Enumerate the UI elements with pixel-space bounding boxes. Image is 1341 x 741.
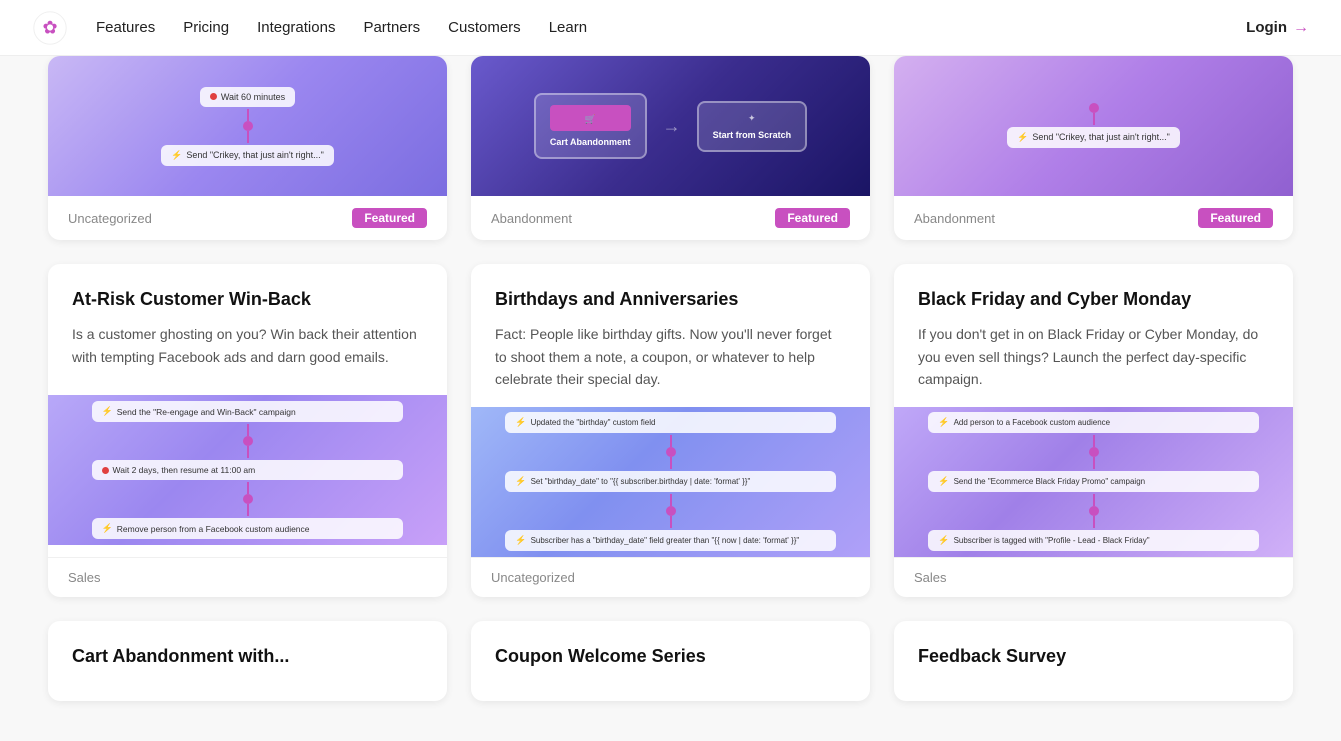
nav-partners[interactable]: Partners [363, 19, 420, 36]
card-birthday-desc: Fact: People like birthday gifts. Now yo… [495, 323, 846, 390]
bottom-card-2-title: Coupon Welcome Series [495, 645, 846, 668]
navbar: ✿ Features Pricing Integrations Partners… [0, 0, 1341, 56]
card-win-back-text: At-Risk Customer Win-Back Is a customer … [48, 264, 447, 384]
card-win-back-title: At-Risk Customer Win-Back [72, 288, 423, 311]
top-card-1-category: Uncategorized [68, 211, 152, 226]
bottom-card-3-title: Feedback Survey [918, 645, 1269, 668]
bottom-card-row: Cart Abandonment with... Coupon Welcome … [48, 621, 1293, 701]
main-content: Wait 60 minutes ⚡ Send "Crikey, that jus… [0, 56, 1341, 741]
top-card-2-image: 🛒 Cart Abandonment → ✦ Start from Scratc… [471, 56, 870, 196]
svg-text:✿: ✿ [42, 17, 57, 37]
nav-features[interactable]: Features [96, 19, 155, 36]
top-card-3-footer: Abandonment Featured [894, 196, 1293, 240]
card-win-back-desc: Is a customer ghosting on you? Win back … [72, 323, 423, 368]
card-blackfriday-image: ⚡ Add person to a Facebook custom audien… [894, 407, 1293, 557]
card-blackfriday-text: Black Friday and Cyber Monday If you don… [894, 264, 1293, 407]
card-birthday-title: Birthdays and Anniversaries [495, 288, 846, 311]
nav-links: Features Pricing Integrations Partners C… [96, 19, 1246, 36]
nav-customers[interactable]: Customers [448, 19, 521, 36]
card-birthday-text: Birthdays and Anniversaries Fact: People… [471, 264, 870, 407]
logo[interactable]: ✿ [32, 10, 68, 46]
arrow-icon: → [1293, 19, 1309, 37]
card-blackfriday-footer: Sales [894, 557, 1293, 597]
card-grid: At-Risk Customer Win-Back Is a customer … [48, 264, 1293, 597]
card-birthday[interactable]: Birthdays and Anniversaries Fact: People… [471, 264, 870, 597]
login-button[interactable]: Login → [1246, 19, 1309, 37]
top-card-1[interactable]: Wait 60 minutes ⚡ Send "Crikey, that jus… [48, 56, 447, 240]
bottom-card-2[interactable]: Coupon Welcome Series [471, 621, 870, 701]
bottom-card-3[interactable]: Feedback Survey [894, 621, 1293, 701]
bottom-card-1[interactable]: Cart Abandonment with... [48, 621, 447, 701]
card-win-back-footer: Sales [48, 557, 447, 597]
card-birthday-image: ⚡ Updated the "birthday" custom field ⚡ … [471, 407, 870, 557]
top-card-3-category: Abandonment [914, 211, 995, 226]
card-win-back-category: Sales [68, 570, 101, 585]
top-card-3-badge: Featured [1198, 208, 1273, 228]
card-win-back[interactable]: At-Risk Customer Win-Back Is a customer … [48, 264, 447, 597]
card-win-back-image: ⚡ Send the "Re-engage and Win-Back" camp… [48, 384, 447, 556]
top-card-1-badge: Featured [352, 208, 427, 228]
top-card-2-footer: Abandonment Featured [471, 196, 870, 240]
card-birthday-category: Uncategorized [491, 570, 575, 585]
top-card-row: Wait 60 minutes ⚡ Send "Crikey, that jus… [48, 56, 1293, 240]
top-card-1-footer: Uncategorized Featured [48, 196, 447, 240]
bottom-card-1-title: Cart Abandonment with... [72, 645, 423, 668]
top-card-2-badge: Featured [775, 208, 850, 228]
top-card-2-category: Abandonment [491, 211, 572, 226]
card-birthday-footer: Uncategorized [471, 557, 870, 597]
nav-integrations[interactable]: Integrations [257, 19, 335, 36]
card-blackfriday-category: Sales [914, 570, 947, 585]
top-card-1-image: Wait 60 minutes ⚡ Send "Crikey, that jus… [48, 56, 447, 196]
card-blackfriday-desc: If you don't get in on Black Friday or C… [918, 323, 1269, 390]
top-card-2[interactable]: 🛒 Cart Abandonment → ✦ Start from Scratc… [471, 56, 870, 240]
nav-learn[interactable]: Learn [549, 19, 587, 36]
nav-pricing[interactable]: Pricing [183, 19, 229, 36]
card-blackfriday[interactable]: Black Friday and Cyber Monday If you don… [894, 264, 1293, 597]
top-card-3[interactable]: ⚡ Send "Crikey, that just ain't right...… [894, 56, 1293, 240]
card-blackfriday-title: Black Friday and Cyber Monday [918, 288, 1269, 311]
top-card-3-image: ⚡ Send "Crikey, that just ain't right...… [894, 56, 1293, 196]
